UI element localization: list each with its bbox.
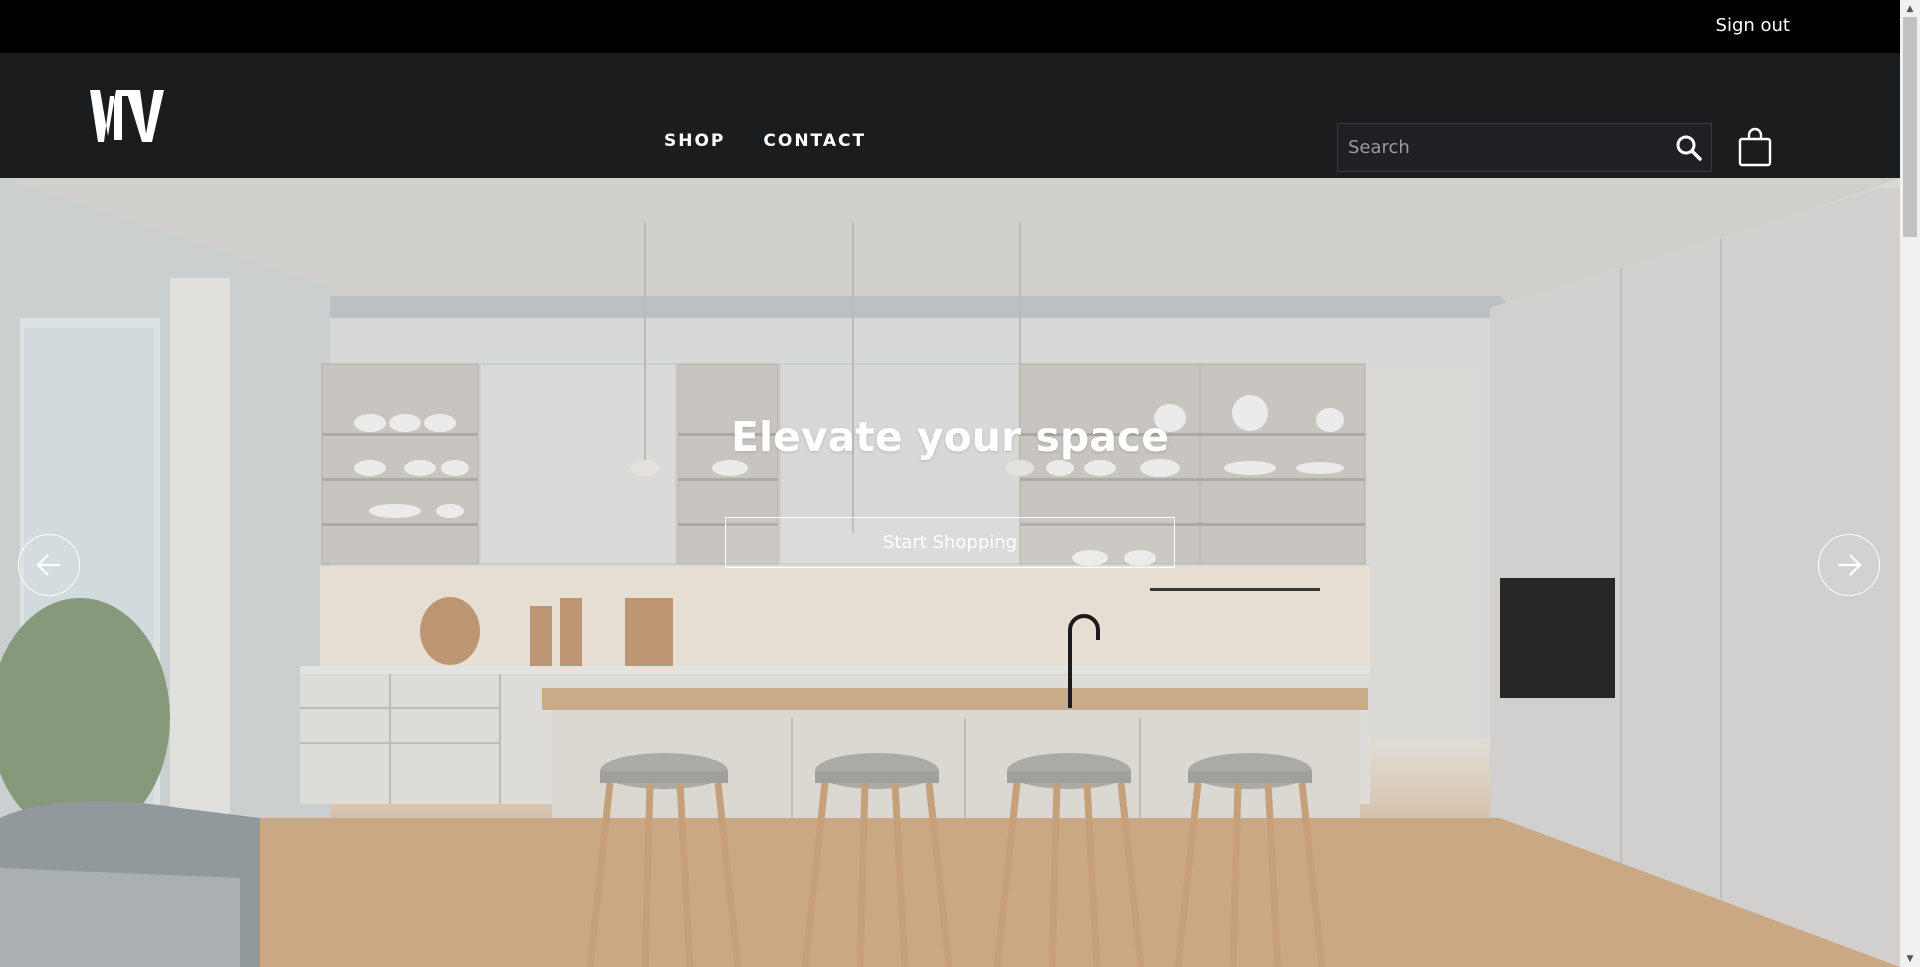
start-shopping-button[interactable]: Start Shopping — [725, 517, 1175, 568]
search-icon[interactable] — [1667, 126, 1711, 170]
site-header: SHOP CONTACT — [0, 53, 1900, 178]
carousel-prev-button[interactable] — [18, 534, 80, 596]
page: Sign out SHOP CONTACT Search Elevate you… — [0, 0, 1900, 967]
kitchen-scene-image — [0, 178, 1900, 967]
scrollbar-thumb[interactable] — [1903, 17, 1917, 237]
main-nav: SHOP CONTACT — [664, 131, 866, 151]
scroll-down-icon[interactable]: ▼ — [1900, 950, 1920, 967]
hero-banner: Elevate your space Start Shopping — [0, 178, 1900, 967]
page-scrollbar[interactable]: ▲ ▼ — [1900, 0, 1920, 967]
logo-mark — [90, 90, 164, 142]
carousel-next-button[interactable] — [1818, 534, 1880, 596]
search-input[interactable] — [1338, 124, 1667, 171]
top-bar: Sign out — [0, 0, 1900, 53]
scroll-up-icon[interactable]: ▲ — [1900, 0, 1920, 17]
sign-out-link[interactable]: Sign out — [1716, 15, 1790, 36]
arrow-right-icon — [1838, 554, 1862, 576]
brand-logo[interactable] — [88, 86, 166, 146]
hero-title: Elevate your space — [730, 413, 1170, 461]
arrow-left-icon — [36, 554, 60, 576]
nav-contact[interactable]: CONTACT — [763, 131, 866, 151]
shopping-bag-icon[interactable] — [1738, 127, 1772, 167]
search-box — [1337, 123, 1712, 172]
nav-shop[interactable]: SHOP — [664, 131, 725, 151]
